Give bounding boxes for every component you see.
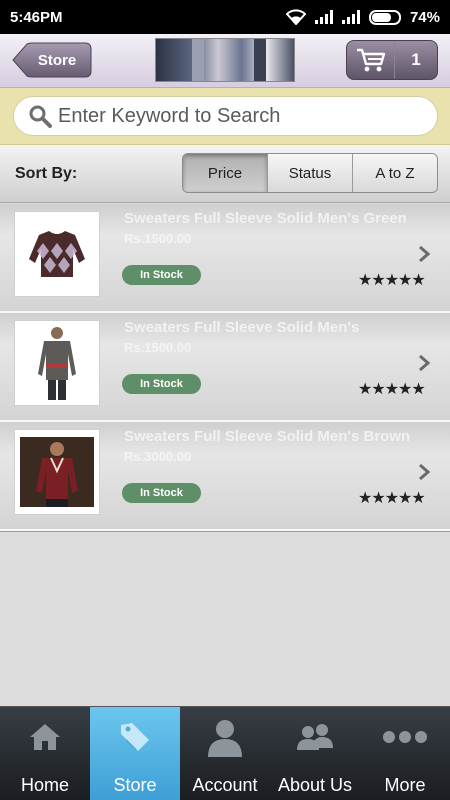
status-icons: 74% — [285, 8, 440, 26]
product-price: Rs.3000.00 — [124, 449, 192, 464]
tab-more-label: More — [384, 775, 426, 795]
tab-store[interactable]: Store — [90, 707, 180, 800]
cart-button[interactable]: 1 — [346, 40, 438, 80]
battery-icon — [368, 9, 401, 25]
product-price: Rs.1500.00 — [124, 231, 192, 246]
wifi-icon — [285, 9, 306, 25]
more-dots-icon — [383, 731, 427, 743]
search-icon — [29, 105, 52, 128]
price-tag-icon — [121, 723, 149, 751]
battery-percent: 74% — [409, 8, 440, 26]
tab-about-us-label: About Us — [277, 775, 353, 795]
sort-option-price[interactable]: Price — [183, 154, 267, 192]
people-icon — [297, 724, 333, 750]
product-price: Rs.1500.00 — [124, 340, 192, 355]
status-time: 5:46PM — [10, 8, 63, 26]
product-title: Sweaters Full Sleeve Solid Men's Green — [124, 210, 407, 227]
chevron-right-icon — [419, 245, 431, 263]
rating-stars: ★★★★★ — [358, 490, 426, 507]
rating-stars: ★★★★★ — [358, 381, 426, 398]
product-title: Sweaters Full Sleeve Solid Men's Brown — [124, 428, 411, 445]
sort-option-a-to-z[interactable]: A to Z — [352, 154, 437, 192]
home-icon — [30, 724, 60, 750]
chevron-right-icon — [419, 354, 431, 372]
product-image-sweater-brown — [14, 429, 100, 515]
store-banner-image — [155, 38, 295, 82]
product-image-sweater-grey — [14, 320, 100, 406]
sort-bar: Sort By: Price Status A to Z — [0, 145, 450, 203]
back-button-label: Store — [37, 51, 77, 69]
chevron-right-icon — [419, 463, 431, 481]
in-stock-badge: In Stock — [122, 374, 201, 394]
signal-icon — [314, 10, 333, 24]
search-bar — [0, 88, 450, 145]
in-stock-badge: In Stock — [122, 265, 201, 285]
sort-segmented-control: Price Status A to Z — [182, 153, 438, 193]
product-row[interactable]: Sweaters Full Sleeve Solid Men's Brown R… — [0, 422, 450, 531]
product-title: Sweaters Full Sleeve Solid Men's — [124, 319, 360, 336]
app-header: Store 1 — [0, 34, 450, 88]
cart-icon — [347, 41, 395, 79]
in-stock-badge: In Stock — [122, 483, 201, 503]
tab-home[interactable]: Home — [0, 707, 90, 800]
tab-more[interactable]: More — [360, 707, 450, 800]
sort-label: Sort By: — [15, 165, 78, 182]
tab-store-label: Store — [113, 775, 157, 795]
bottom-tab-bar: Home Store Account About Us More — [0, 706, 450, 800]
search-field[interactable] — [13, 96, 438, 136]
rating-stars: ★★★★★ — [358, 272, 426, 289]
person-icon — [208, 720, 242, 757]
product-row[interactable]: Sweaters Full Sleeve Solid Men's Rs.1500… — [0, 313, 450, 422]
tab-home-label: Home — [20, 775, 69, 795]
search-input[interactable] — [58, 104, 437, 128]
tab-account[interactable]: Account — [180, 707, 270, 800]
cart-count: 1 — [411, 50, 421, 69]
product-list: Sweaters Full Sleeve Solid Men's Green R… — [0, 204, 450, 531]
product-row[interactable]: Sweaters Full Sleeve Solid Men's Green R… — [0, 204, 450, 313]
tab-about-us[interactable]: About Us — [270, 707, 360, 800]
signal-icon-2 — [341, 10, 360, 24]
product-image-sweater-argyle — [14, 211, 100, 297]
tab-account-label: Account — [192, 775, 258, 795]
sort-option-status[interactable]: Status — [267, 154, 352, 192]
back-button[interactable]: Store — [12, 42, 92, 78]
status-bar: 5:46PM 74% — [0, 0, 450, 34]
